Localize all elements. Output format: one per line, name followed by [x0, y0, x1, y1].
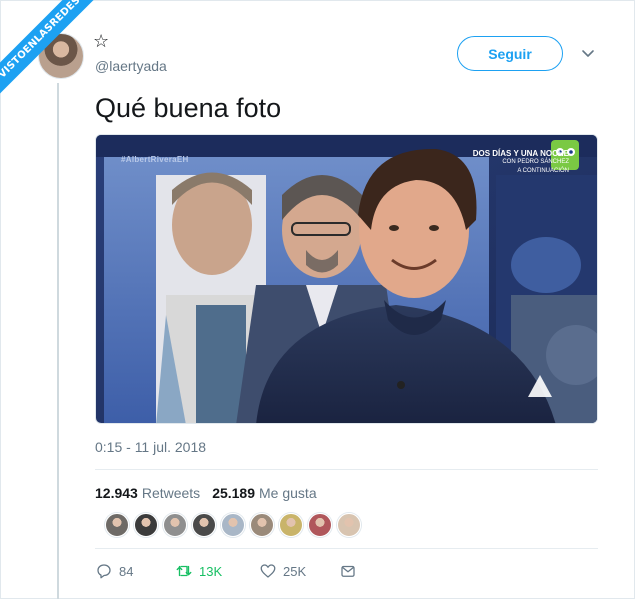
- tv-program-banner: DOS DÍAS Y UNA NOCHE CON PEDRO SÁNCHEZ A…: [473, 149, 569, 176]
- likers-avatars: [105, 513, 361, 537]
- liker-avatar[interactable]: [279, 513, 303, 537]
- liker-avatar[interactable]: [163, 513, 187, 537]
- like-count: 25K: [283, 563, 307, 579]
- tv-hashtag: #AlbertRiveraEH: [121, 155, 189, 164]
- liker-avatar[interactable]: [134, 513, 158, 537]
- likes-stat[interactable]: 25.189 Me gusta: [212, 485, 316, 501]
- follow-button[interactable]: Seguir: [457, 36, 563, 71]
- tv-program-sub1: CON PEDRO SÁNCHEZ: [502, 159, 569, 165]
- liker-avatar[interactable]: [250, 513, 274, 537]
- retweets-label: Retweets: [141, 485, 201, 501]
- thread-line: [57, 83, 59, 599]
- direct-message-button[interactable]: [339, 562, 357, 580]
- chevron-down-icon[interactable]: [580, 45, 596, 61]
- reply-button[interactable]: 84: [95, 562, 175, 580]
- tweet-actions: 84 13K 25K: [95, 562, 357, 580]
- user-handle[interactable]: @laertyada: [95, 58, 167, 74]
- liker-avatar[interactable]: [308, 513, 332, 537]
- liker-avatar[interactable]: [105, 513, 129, 537]
- divider-top: [95, 469, 598, 470]
- retweet-icon: [176, 565, 192, 577]
- divider-bottom: [95, 548, 598, 549]
- liker-avatar[interactable]: [337, 513, 361, 537]
- like-button[interactable]: 25K: [259, 562, 339, 580]
- retweet-count: 13K: [199, 563, 223, 579]
- retweets-stat[interactable]: 12.943 Retweets: [95, 485, 200, 501]
- tv-program-sub2: A CONTINUACIÓN: [517, 168, 569, 174]
- tweet-card: VISTOENLASREDES ☆ @laertyada Seguir Qué …: [0, 0, 635, 599]
- reply-count: 84: [119, 563, 134, 579]
- liker-avatar[interactable]: [192, 513, 216, 537]
- retweet-button[interactable]: 13K: [175, 562, 259, 580]
- reply-icon: [97, 564, 111, 579]
- likes-count: 25.189: [212, 485, 256, 501]
- display-name[interactable]: ☆: [93, 31, 109, 52]
- tv-studio-image: [96, 135, 597, 423]
- tweet-stats: 12.943 Retweets 25.189 Me gusta: [95, 485, 317, 501]
- tweet-text: Qué buena foto: [95, 93, 282, 123]
- tv-program-title: DOS DÍAS Y UNA NOCHE: [472, 149, 569, 158]
- retweets-count: 12.943: [95, 485, 138, 501]
- liker-avatar[interactable]: [221, 513, 245, 537]
- heart-icon: [260, 564, 276, 578]
- likes-label: Me gusta: [259, 485, 317, 501]
- envelope-icon: [341, 565, 355, 577]
- tweet-timestamp[interactable]: 0:15 - 11 jul. 2018: [95, 439, 206, 455]
- tweet-photo[interactable]: #AlbertRiveraEH DOS DÍAS Y UNA NOCHE CON…: [95, 134, 598, 424]
